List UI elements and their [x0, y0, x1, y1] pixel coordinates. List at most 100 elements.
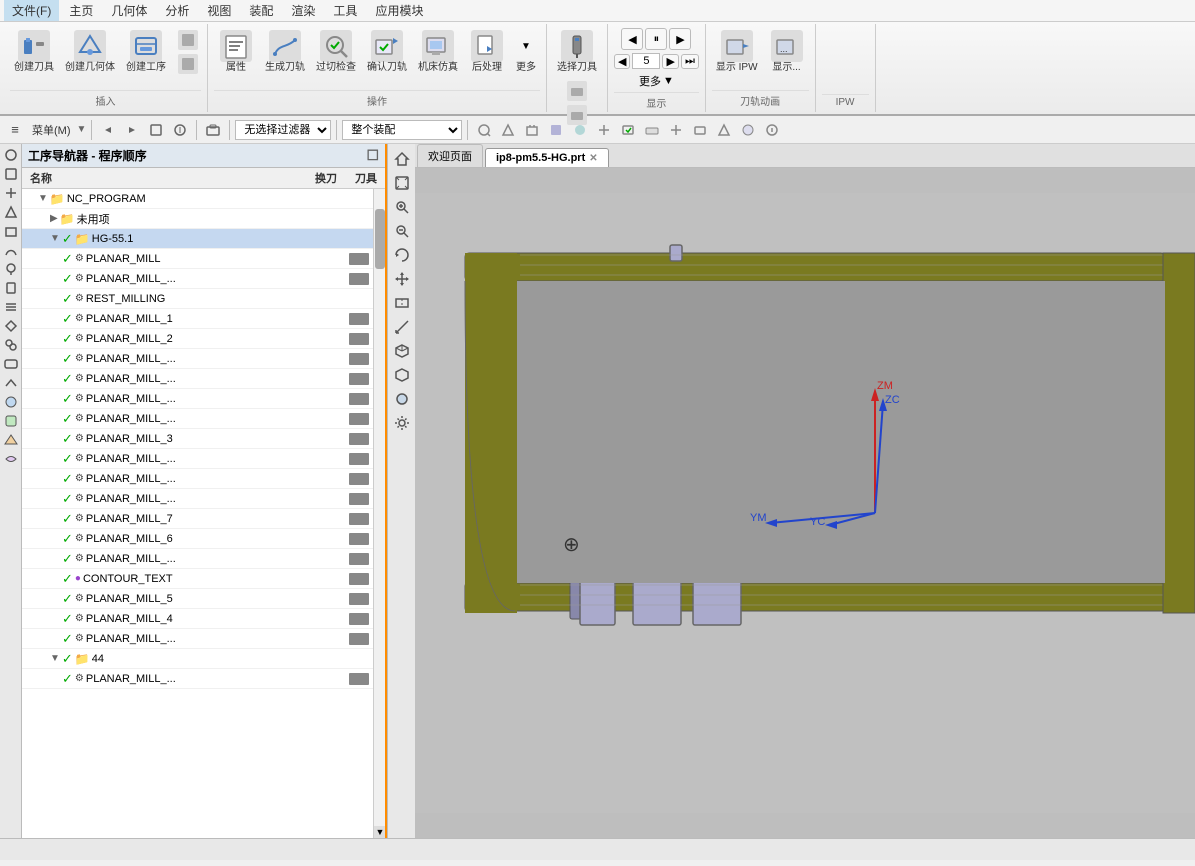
- menu-apps[interactable]: 应用模块: [367, 0, 431, 21]
- nav-btn2[interactable]: [121, 119, 143, 141]
- tb12[interactable]: [737, 119, 759, 141]
- nav-btn4[interactable]: [169, 119, 191, 141]
- left-icon-17[interactable]: [2, 450, 20, 468]
- rt-icon-rotate[interactable]: [391, 244, 413, 266]
- menu-home[interactable]: 主页: [61, 0, 101, 21]
- left-icon-15[interactable]: [2, 412, 20, 430]
- rt-icon-settings[interactable]: [391, 412, 413, 434]
- nav-item-pm2[interactable]: ✓ ⚙ PLANAR_MILL_...: [22, 269, 373, 289]
- menu-view[interactable]: 视图: [199, 0, 239, 21]
- scrollbar-thumb[interactable]: [375, 209, 385, 269]
- menu-geometry[interactable]: 几何体: [103, 0, 155, 21]
- left-icon-4[interactable]: [2, 203, 20, 221]
- navigator-scrollbar[interactable]: ▼: [373, 189, 385, 838]
- left-icon-1[interactable]: [2, 146, 20, 164]
- ipw-button[interactable]: 显示 IPW: [712, 28, 762, 76]
- tb3[interactable]: [521, 119, 543, 141]
- nav-item-pm-last[interactable]: ✓ ⚙ PLANAR_MILL_...: [22, 669, 373, 689]
- tab-model[interactable]: ip8-pm5.5-HG.prt ✕: [485, 148, 609, 167]
- over-check-button[interactable]: 过切检查: [312, 28, 360, 76]
- left-icon-6[interactable]: [2, 241, 20, 259]
- more-op-button[interactable]: ▼ 更多: [512, 28, 540, 76]
- left-icon-16[interactable]: [2, 431, 20, 449]
- tb9[interactable]: [665, 119, 687, 141]
- nav-item-pm3[interactable]: ✓ ⚙ PLANAR_MILL_1: [22, 309, 373, 329]
- tb5[interactable]: [569, 119, 591, 141]
- nav-btn1[interactable]: [97, 119, 119, 141]
- speed-next[interactable]: ▶: [662, 54, 678, 69]
- nav-btn3[interactable]: [145, 119, 167, 141]
- nav-item-pm14[interactable]: ✓ ⚙ PLANAR_MILL_...: [22, 549, 373, 569]
- create-geo-button[interactable]: 创建几何体: [61, 28, 119, 76]
- nav-item-pm15[interactable]: ✓ ⚙ PLANAR_MILL_...: [22, 629, 373, 649]
- rt-icon-wire[interactable]: [391, 364, 413, 386]
- fast-fwd[interactable]: ⏭: [681, 54, 699, 69]
- post-button[interactable]: 后处理: [465, 28, 509, 76]
- nav-item-pm11[interactable]: ✓ ⚙ PLANAR_MILL_...: [22, 449, 373, 469]
- rt-icon-render[interactable]: [391, 388, 413, 410]
- rt-icon-pan[interactable]: [391, 268, 413, 290]
- prev-button[interactable]: ◀: [621, 28, 643, 50]
- nav-item-pm4n[interactable]: ✓ ⚙ PLANAR_MILL_4: [22, 609, 373, 629]
- rt-icon-measure[interactable]: [391, 316, 413, 338]
- tb11[interactable]: [713, 119, 735, 141]
- left-icon-7[interactable]: [2, 260, 20, 278]
- left-icon-13[interactable]: [2, 374, 20, 392]
- display3-button[interactable]: ... 显示...: [765, 28, 809, 76]
- nav-item-contour[interactable]: ✓ ● CONTOUR_TEXT: [22, 569, 373, 589]
- pause-button[interactable]: ⏸: [645, 28, 667, 50]
- left-icon-2[interactable]: [2, 165, 20, 183]
- menu-render[interactable]: 渲染: [283, 0, 323, 21]
- tb4[interactable]: [545, 119, 567, 141]
- rt-icon-3dbox[interactable]: [391, 340, 413, 362]
- navigator-scroll[interactable]: ▼ 📁 NC_PROGRAM ▶ 📁 未用项 ▼ ✓ 📁 HG-55.1: [22, 189, 373, 838]
- nav-item-pm6n[interactable]: ✓ ⚙ PLANAR_MILL_6: [22, 529, 373, 549]
- nav-item-hg55[interactable]: ▼ ✓ 📁 HG-55.1: [22, 229, 373, 249]
- menu-tools[interactable]: 工具: [325, 0, 365, 21]
- nav-item-pm4[interactable]: ✓ ⚙ PLANAR_MILL_2: [22, 329, 373, 349]
- nav-item-pm13[interactable]: ✓ ⚙ PLANAR_MILL_...: [22, 489, 373, 509]
- tb13[interactable]: [761, 119, 783, 141]
- rt-icon-section[interactable]: [391, 292, 413, 314]
- menu-assembly[interactable]: 装配: [241, 0, 281, 21]
- left-icon-10[interactable]: [2, 317, 20, 335]
- filter-select[interactable]: 无选择过滤器: [235, 120, 331, 140]
- left-icon-9[interactable]: [2, 298, 20, 316]
- nav-item-pm7n[interactable]: ✓ ⚙ PLANAR_MILL_7: [22, 509, 373, 529]
- scroll-down-btn[interactable]: ▼: [374, 826, 385, 838]
- left-icon-12[interactable]: [2, 355, 20, 373]
- nav-item-pm1[interactable]: ✓ ⚙ PLANAR_MILL: [22, 249, 373, 269]
- menu-file[interactable]: 文件(F): [4, 0, 59, 21]
- nav-item-pm5n[interactable]: ✓ ⚙ PLANAR_MILL_5: [22, 589, 373, 609]
- rt-icon-zoom-out[interactable]: [391, 220, 413, 242]
- ribbon-extra-btn2[interactable]: [175, 53, 201, 75]
- confirm-tool-button[interactable]: 确认刀轨: [363, 28, 411, 76]
- rt-icon-zoom-in[interactable]: [391, 196, 413, 218]
- create-tool-button[interactable]: 创建刀具: [10, 28, 58, 76]
- play-button[interactable]: ▶: [669, 28, 691, 50]
- gen-path-button[interactable]: 生成刀轨: [261, 28, 309, 76]
- tb10[interactable]: [689, 119, 711, 141]
- nav-item-pm5[interactable]: ✓ ⚙ PLANAR_MILL_...: [22, 349, 373, 369]
- tb2[interactable]: [497, 119, 519, 141]
- left-icon-11[interactable]: [2, 336, 20, 354]
- tb6[interactable]: [593, 119, 615, 141]
- speed-prev[interactable]: ◀: [614, 54, 630, 69]
- rt-icon-fit[interactable]: [391, 172, 413, 194]
- left-icon-5[interactable]: [2, 222, 20, 240]
- nav-item-44[interactable]: ▼ ✓ 📁 44: [22, 649, 373, 669]
- cmd-btn5[interactable]: [202, 119, 224, 141]
- ribbon-extra-btn1[interactable]: [175, 29, 201, 51]
- menu-label[interactable]: 菜单(M): [28, 120, 75, 140]
- navigator-close-btn[interactable]: ☐: [366, 147, 379, 164]
- tb7[interactable]: [617, 119, 639, 141]
- tab-welcome[interactable]: 欢迎页面: [417, 144, 483, 167]
- menu-analysis[interactable]: 分析: [157, 0, 197, 21]
- left-icon-8[interactable]: [2, 279, 20, 297]
- tb8[interactable]: [641, 119, 663, 141]
- menu-trigger[interactable]: ≡: [4, 119, 26, 141]
- nav-item-pm10[interactable]: ✓ ⚙ PLANAR_MILL_3: [22, 429, 373, 449]
- display-more-btn[interactable]: 更多▼: [636, 72, 677, 90]
- nav-item-pm8[interactable]: ✓ ⚙ PLANAR_MILL_...: [22, 409, 373, 429]
- nav-item-pm12[interactable]: ✓ ⚙ PLANAR_MILL_...: [22, 469, 373, 489]
